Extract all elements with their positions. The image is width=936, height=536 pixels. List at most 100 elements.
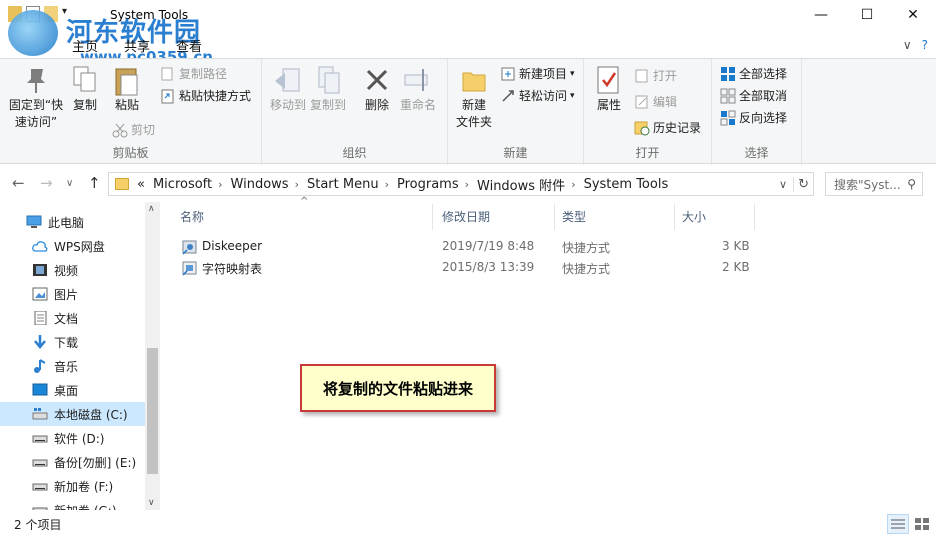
delete-button[interactable]: 删除 bbox=[360, 65, 394, 114]
nav-item-drive-g[interactable]: 新加卷 (G:) bbox=[0, 498, 145, 510]
nav-item-music[interactable]: 音乐 bbox=[0, 354, 145, 378]
chevron-down-icon[interactable]: ∨ bbox=[148, 498, 155, 508]
tab-view[interactable]: 查看 bbox=[176, 36, 202, 55]
refresh-icon[interactable]: ↻ bbox=[793, 176, 809, 192]
picture-icon bbox=[32, 287, 48, 301]
edit-label: 编辑 bbox=[653, 95, 678, 109]
column-header-type[interactable]: 类型 bbox=[562, 208, 586, 225]
nav-pane-scrollbar[interactable]: ∧ ∨ bbox=[145, 202, 160, 510]
invert-selection-button[interactable]: 反向选择 bbox=[720, 109, 787, 126]
sort-ascending-icon: ^ bbox=[300, 196, 309, 207]
details-view-button[interactable] bbox=[887, 514, 909, 534]
column-divider[interactable] bbox=[432, 204, 433, 230]
nav-item-label: 软件 (D:) bbox=[54, 431, 105, 446]
copy-path-button[interactable]: 复制路径 bbox=[160, 65, 227, 82]
column-divider[interactable] bbox=[674, 204, 675, 230]
nav-item-this-pc[interactable]: 此电脑 bbox=[0, 210, 145, 234]
column-divider[interactable] bbox=[554, 204, 555, 230]
up-button[interactable]: ↑ bbox=[88, 174, 101, 192]
nav-item-local-disk-c[interactable]: 本地磁盘 (C:) bbox=[0, 402, 145, 426]
breadcrumb-item[interactable]: Windows 附件 bbox=[477, 175, 565, 194]
chevron-right-icon[interactable]: › bbox=[571, 178, 575, 191]
breadcrumb-overflow[interactable]: « bbox=[137, 177, 145, 192]
table-row[interactable]: 字符映射表 2015/8/3 13:39 快捷方式 2 KB bbox=[174, 257, 764, 278]
rename-label: 重命名 bbox=[399, 98, 436, 112]
paste-shortcut-label: 粘贴快捷方式 bbox=[179, 89, 252, 103]
breadcrumb-item[interactable]: Start Menu bbox=[307, 177, 379, 192]
history-button[interactable]: 历史记录 bbox=[634, 119, 701, 136]
nav-item-drive-f[interactable]: 新加卷 (F:) bbox=[0, 474, 145, 498]
nav-item-videos[interactable]: 视频 bbox=[0, 258, 145, 282]
column-header-name[interactable]: 名称 bbox=[180, 208, 204, 225]
nav-item-downloads[interactable]: 下载 bbox=[0, 330, 145, 354]
help-icon[interactable]: ? bbox=[922, 38, 928, 52]
paste-button[interactable]: 粘贴 bbox=[110, 65, 144, 114]
tab-share[interactable]: 共享 bbox=[124, 36, 150, 55]
rename-icon bbox=[403, 65, 433, 95]
nav-item-desktop[interactable]: 桌面 bbox=[0, 378, 145, 402]
tab-home[interactable]: 主页 bbox=[72, 36, 98, 55]
select-all-button[interactable]: 全部选择 bbox=[720, 65, 787, 82]
search-box[interactable]: 搜索"Syst... ⚲ bbox=[825, 172, 923, 196]
copy-to-button[interactable]: 复制到 bbox=[308, 65, 348, 114]
pin-label: 固定到“快 速访问” bbox=[8, 98, 64, 129]
recent-locations-button[interactable]: ∨ bbox=[66, 178, 73, 189]
column-divider[interactable] bbox=[754, 204, 755, 230]
file-name: 字符映射表 bbox=[202, 262, 263, 276]
large-icons-view-button[interactable] bbox=[910, 514, 932, 534]
video-icon bbox=[32, 263, 48, 277]
open-button[interactable]: 打开 bbox=[634, 67, 677, 84]
cut-button[interactable]: 剪切 bbox=[112, 121, 155, 138]
nav-item-drive-e[interactable]: 备份[勿删] (E:) bbox=[0, 450, 145, 474]
column-header-size[interactable]: 大小 bbox=[682, 208, 706, 225]
back-button[interactable]: ← bbox=[12, 174, 25, 192]
new-item-button[interactable]: 新建项目 ▾ bbox=[500, 65, 575, 82]
edit-button[interactable]: 编辑 bbox=[634, 93, 677, 110]
search-input[interactable]: 搜索"Syst... bbox=[834, 176, 901, 193]
chevron-down-icon[interactable]: ∨ bbox=[779, 178, 787, 191]
nav-item-documents[interactable]: 文档 bbox=[0, 306, 145, 330]
easy-access-button[interactable]: 轻松访问 ▾ bbox=[500, 87, 575, 104]
breadcrumb-item[interactable]: System Tools bbox=[584, 177, 669, 192]
rename-button[interactable]: 重命名 bbox=[398, 65, 438, 114]
paste-shortcut-button[interactable]: 粘贴快捷方式 bbox=[160, 87, 251, 104]
move-to-label: 移动到 bbox=[269, 98, 306, 112]
move-to-button[interactable]: 移动到 bbox=[268, 65, 308, 114]
breadcrumb-item[interactable]: Microsoft bbox=[153, 177, 212, 192]
select-none-label: 全部取消 bbox=[739, 89, 788, 103]
breadcrumb-item[interactable]: Programs bbox=[397, 177, 459, 192]
properties-button[interactable]: 属性 bbox=[592, 65, 626, 114]
table-row[interactable]: Diskeeper 2019/7/19 8:48 快捷方式 3 KB bbox=[174, 236, 764, 257]
organize-group: 移动到 复制到 删除 重命名 组织 bbox=[262, 59, 448, 165]
maximize-button[interactable]: ☐ bbox=[844, 0, 890, 30]
close-button[interactable]: ✕ bbox=[890, 0, 936, 30]
address-bar[interactable]: « Microsoft › Windows › Start Menu › Pro… bbox=[108, 172, 814, 196]
chevron-up-icon[interactable]: ∧ bbox=[148, 204, 155, 214]
chevron-right-icon[interactable]: › bbox=[465, 178, 469, 191]
chevron-down-icon[interactable]: ∨ bbox=[903, 38, 912, 52]
chevron-right-icon[interactable]: › bbox=[385, 178, 389, 191]
select-none-button[interactable]: 全部取消 bbox=[720, 87, 787, 104]
drive-icon bbox=[32, 455, 48, 469]
navigation-pane: 此电脑 WPS网盘 视频 图片 文档 下载 音乐 桌面 本地磁盘 (C:) 软件… bbox=[0, 202, 160, 510]
chevron-right-icon[interactable]: › bbox=[218, 178, 222, 191]
delete-label: 删除 bbox=[364, 98, 389, 112]
nav-item-pictures[interactable]: 图片 bbox=[0, 282, 145, 306]
file-name: Diskeeper bbox=[202, 239, 263, 253]
new-group: 新建 文件夹 新建项目 ▾ 轻松访问 ▾ 新建 bbox=[448, 59, 584, 165]
new-folder-button[interactable]: 新建 文件夹 bbox=[452, 65, 496, 131]
file-size: 3 KB bbox=[722, 239, 750, 253]
nav-item-wps-cloud[interactable]: WPS网盘 bbox=[0, 234, 145, 258]
copy-button[interactable]: 复制 bbox=[68, 65, 102, 114]
breadcrumb-item[interactable]: Windows bbox=[231, 177, 289, 192]
scrollbar-thumb[interactable] bbox=[147, 348, 158, 474]
nav-item-label: 桌面 bbox=[54, 383, 79, 398]
column-header-date[interactable]: 修改日期 bbox=[442, 208, 490, 225]
clipboard-group-label: 剪贴板 bbox=[112, 146, 149, 160]
pin-quick-access-button[interactable]: 固定到“快 速访问” bbox=[6, 65, 66, 131]
nav-item-drive-d[interactable]: 软件 (D:) bbox=[0, 426, 145, 450]
details-view-icon bbox=[891, 518, 905, 533]
forward-button[interactable]: → bbox=[40, 174, 53, 192]
minimize-button[interactable]: — bbox=[798, 0, 844, 30]
chevron-right-icon[interactable]: › bbox=[295, 178, 299, 191]
